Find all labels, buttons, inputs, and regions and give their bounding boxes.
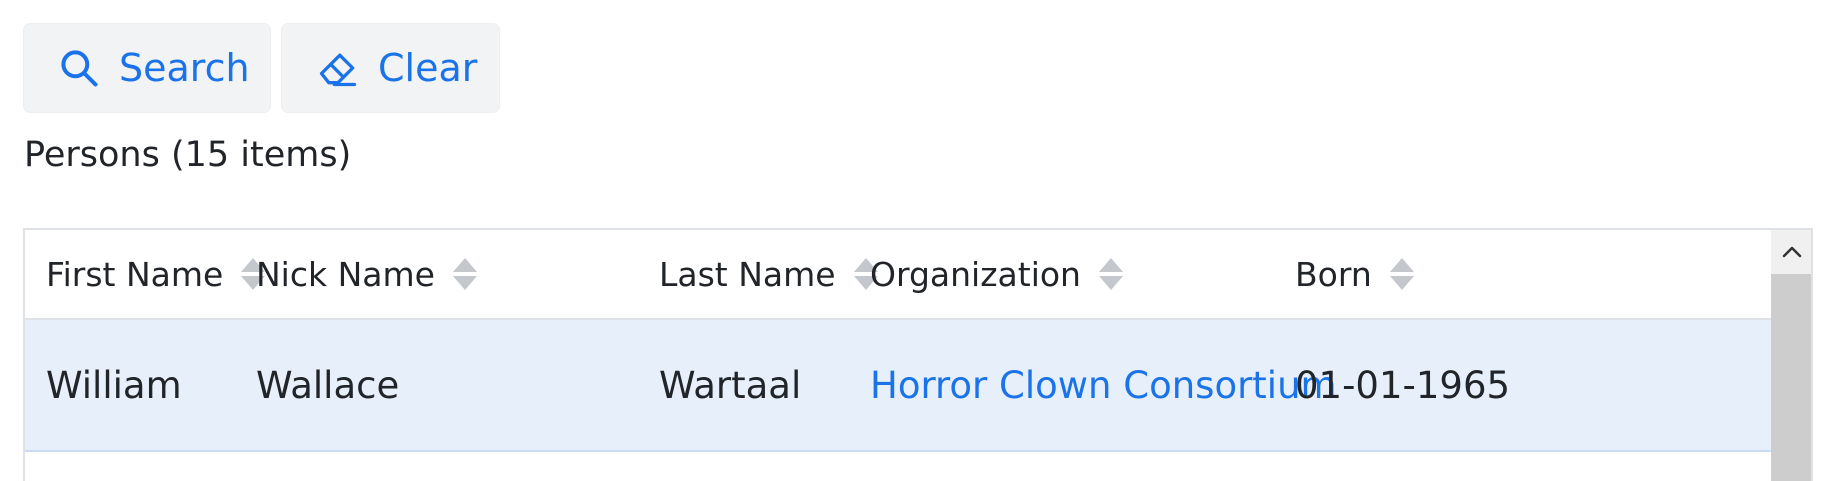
cell-first-name: William [46,363,182,407]
clear-button-label: Clear [378,46,478,90]
chevron-up-icon [1782,246,1802,258]
cell-nick-name: Wallace [256,363,400,407]
search-icon [57,46,101,90]
persons-grid: First Name Nick Name Last Name Organizat… [23,228,1813,481]
sort-icon [1098,255,1123,293]
search-button-label: Search [119,46,250,90]
clear-button[interactable]: Clear [281,23,500,113]
column-header-last-name[interactable]: Last Name [659,230,878,318]
toolbar: Search Clear [23,23,500,113]
app-root: Search Clear Persons (15 items) First Na… [0,0,1843,481]
table-row[interactable]: William Wallace Wartaal Horror Clown Con… [25,320,1771,452]
column-label: Born [1295,254,1372,294]
eraser-icon [316,46,360,90]
cell-born: 01-01-1965 [1295,363,1511,407]
column-label: Nick Name [256,254,435,294]
column-label: Organization [870,254,1081,294]
cell-organization-link[interactable]: Horror Clown Consortium [870,320,1337,450]
sort-icon [1389,255,1414,293]
scroll-up-button[interactable] [1771,230,1811,274]
cell-last-name: Wartaal [659,363,802,407]
column-label: First Name [46,254,224,294]
grid-caption: Persons (15 items) [24,135,352,175]
grid-header: First Name Nick Name Last Name Organizat… [25,230,1771,320]
column-label: Last Name [659,254,836,294]
column-header-first-name[interactable]: First Name [46,230,266,318]
search-button[interactable]: Search [23,23,271,113]
column-header-organization[interactable]: Organization [870,230,1123,318]
sort-icon [452,255,477,293]
column-header-born[interactable]: Born [1295,230,1414,318]
column-header-nick-name[interactable]: Nick Name [256,230,477,318]
vertical-scrollbar[interactable] [1771,230,1811,481]
